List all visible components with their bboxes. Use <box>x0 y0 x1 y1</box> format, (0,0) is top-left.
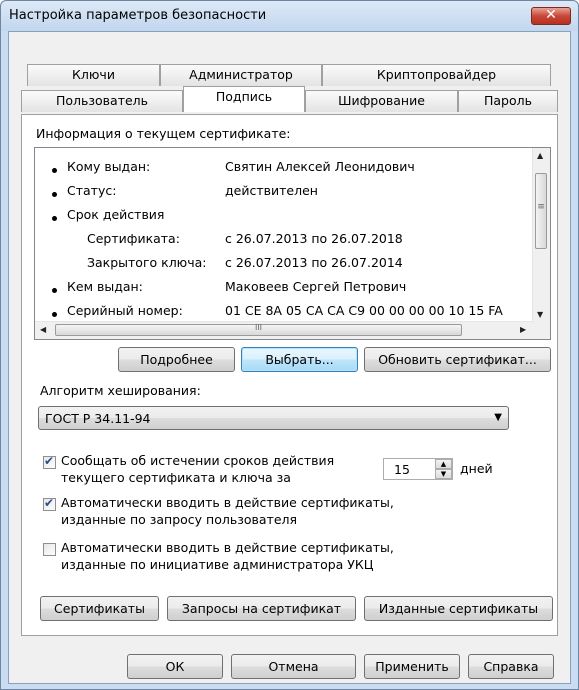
expiry-notify-checkbox[interactable] <box>43 454 56 469</box>
vertical-scrollbar[interactable]: ▲ ≡ ▼ <box>532 148 550 323</box>
scroll-right-icon[interactable]: ▶ <box>520 325 526 334</box>
horizontal-scrollbar[interactable]: ◀ III ▶ <box>35 321 533 339</box>
hash-algorithm-label: Алгоритм хеширования: <box>40 383 201 398</box>
auto-user-certs-label: Автоматически вводить в действие сертифи… <box>61 495 394 510</box>
auto-admin-certs-label: Автоматически вводить в действие сертифи… <box>61 540 394 555</box>
cert-row-value: с 26.07.2013 по 26.07.2018 <box>225 231 403 246</box>
spin-down-icon[interactable]: ▼ <box>435 469 452 479</box>
ok-button[interactable]: ОК <box>127 654 223 679</box>
days-unit-label: дней <box>460 461 493 476</box>
cert-row-label: Серийный номер: <box>67 303 183 318</box>
cancel-button[interactable]: Отмена <box>231 654 356 679</box>
cert-info-heading: Информация о текущем сертификате: <box>36 126 291 141</box>
scroll-left-icon[interactable]: ◀ <box>40 325 46 334</box>
tab-encryption[interactable]: Шифрование <box>305 90 458 112</box>
expiry-days-spinner[interactable]: 15 ▲ ▼ <box>383 458 453 480</box>
certificates-button[interactable]: Сертификаты <box>40 596 159 621</box>
scroll-down-icon[interactable]: ▼ <box>537 310 543 319</box>
cert-row-value: с 26.07.2013 по 26.07.2014 <box>225 255 403 270</box>
details-button[interactable]: Подробнее <box>118 347 235 372</box>
bullet-icon <box>52 192 57 197</box>
tab-crypto-provider[interactable]: Криптопровайдер <box>322 64 551 86</box>
cert-row-label: Статус: <box>67 183 117 198</box>
cert-row-label: Кому выдан: <box>67 159 151 174</box>
vertical-scroll-thumb[interactable]: ≡ <box>535 173 547 249</box>
tab-user[interactable]: Пользователь <box>21 90 183 112</box>
close-icon: ✕ <box>545 7 557 23</box>
grip-icon: ≡ <box>537 202 545 212</box>
cert-row-value: Святин Алексей Леонидович <box>225 159 415 174</box>
cert-row-label: Сертификата: <box>87 231 180 246</box>
grip-icon: III <box>254 323 263 332</box>
title-bar: Настройка параметров безопасности ✕ <box>1 1 578 31</box>
bullet-icon <box>52 288 57 293</box>
cert-row-label: Кем выдан: <box>67 279 143 294</box>
help-button[interactable]: Справка <box>468 654 554 679</box>
window-title: Настройка параметров безопасности <box>9 8 267 23</box>
horizontal-scroll-thumb[interactable]: III <box>55 323 462 336</box>
tab-administrator[interactable]: Администратор <box>160 64 322 86</box>
hash-algorithm-select[interactable]: ГОСТ Р 34.11-94 ▼ <box>38 406 509 430</box>
cert-row-value: 01 CE 8A 05 CA CA C9 00 00 00 00 10 15 F… <box>225 303 503 318</box>
bullet-icon <box>52 168 57 173</box>
apply-button[interactable]: Применить <box>364 654 460 679</box>
close-button[interactable]: ✕ <box>531 7 571 25</box>
auto-admin-certs-checkbox[interactable] <box>43 543 56 556</box>
cert-row-label: Закрытого ключа: <box>87 255 207 270</box>
cert-row-value: действителен <box>225 183 318 198</box>
select-certificate-button[interactable]: Выбрать... <box>241 347 358 372</box>
issued-certificates-button[interactable]: Изданные сертификаты <box>364 596 553 621</box>
scroll-up-icon[interactable]: ▲ <box>537 151 543 160</box>
cert-row-label: Срок действия <box>67 207 165 222</box>
tab-keys[interactable]: Ключи <box>27 64 160 86</box>
cert-requests-button[interactable]: Запросы на сертификат <box>167 596 356 621</box>
auto-user-certs-label-line2: изданные по запросу пользователя <box>61 512 298 527</box>
cert-row-value: Маковеев Сергей Петрович <box>225 279 407 294</box>
chevron-down-icon: ▼ <box>494 412 502 423</box>
expiry-notify-label-line2: текущего сертификата и ключа за <box>61 470 291 485</box>
expiry-days-value: 15 <box>394 462 410 477</box>
expiry-notify-label: Сообщать об истечении сроков действия <box>61 453 335 468</box>
hash-algorithm-value: ГОСТ Р 34.11-94 <box>45 411 151 426</box>
auto-admin-certs-label-line2: изданные по инициативе администратора УК… <box>61 557 374 572</box>
refresh-certificate-button[interactable]: Обновить сертификат... <box>364 347 551 372</box>
cert-info-box[interactable]: Кому выдан: Святин Алексей Леонидович Ст… <box>34 147 551 340</box>
scroll-corner <box>533 322 550 339</box>
tab-signature[interactable]: Подпись <box>183 86 305 112</box>
spin-up-icon[interactable]: ▲ <box>435 459 452 469</box>
bullet-icon <box>52 216 57 221</box>
tab-password[interactable]: Пароль <box>458 90 558 112</box>
auto-user-certs-checkbox[interactable] <box>43 496 56 511</box>
bullet-icon <box>52 312 57 317</box>
